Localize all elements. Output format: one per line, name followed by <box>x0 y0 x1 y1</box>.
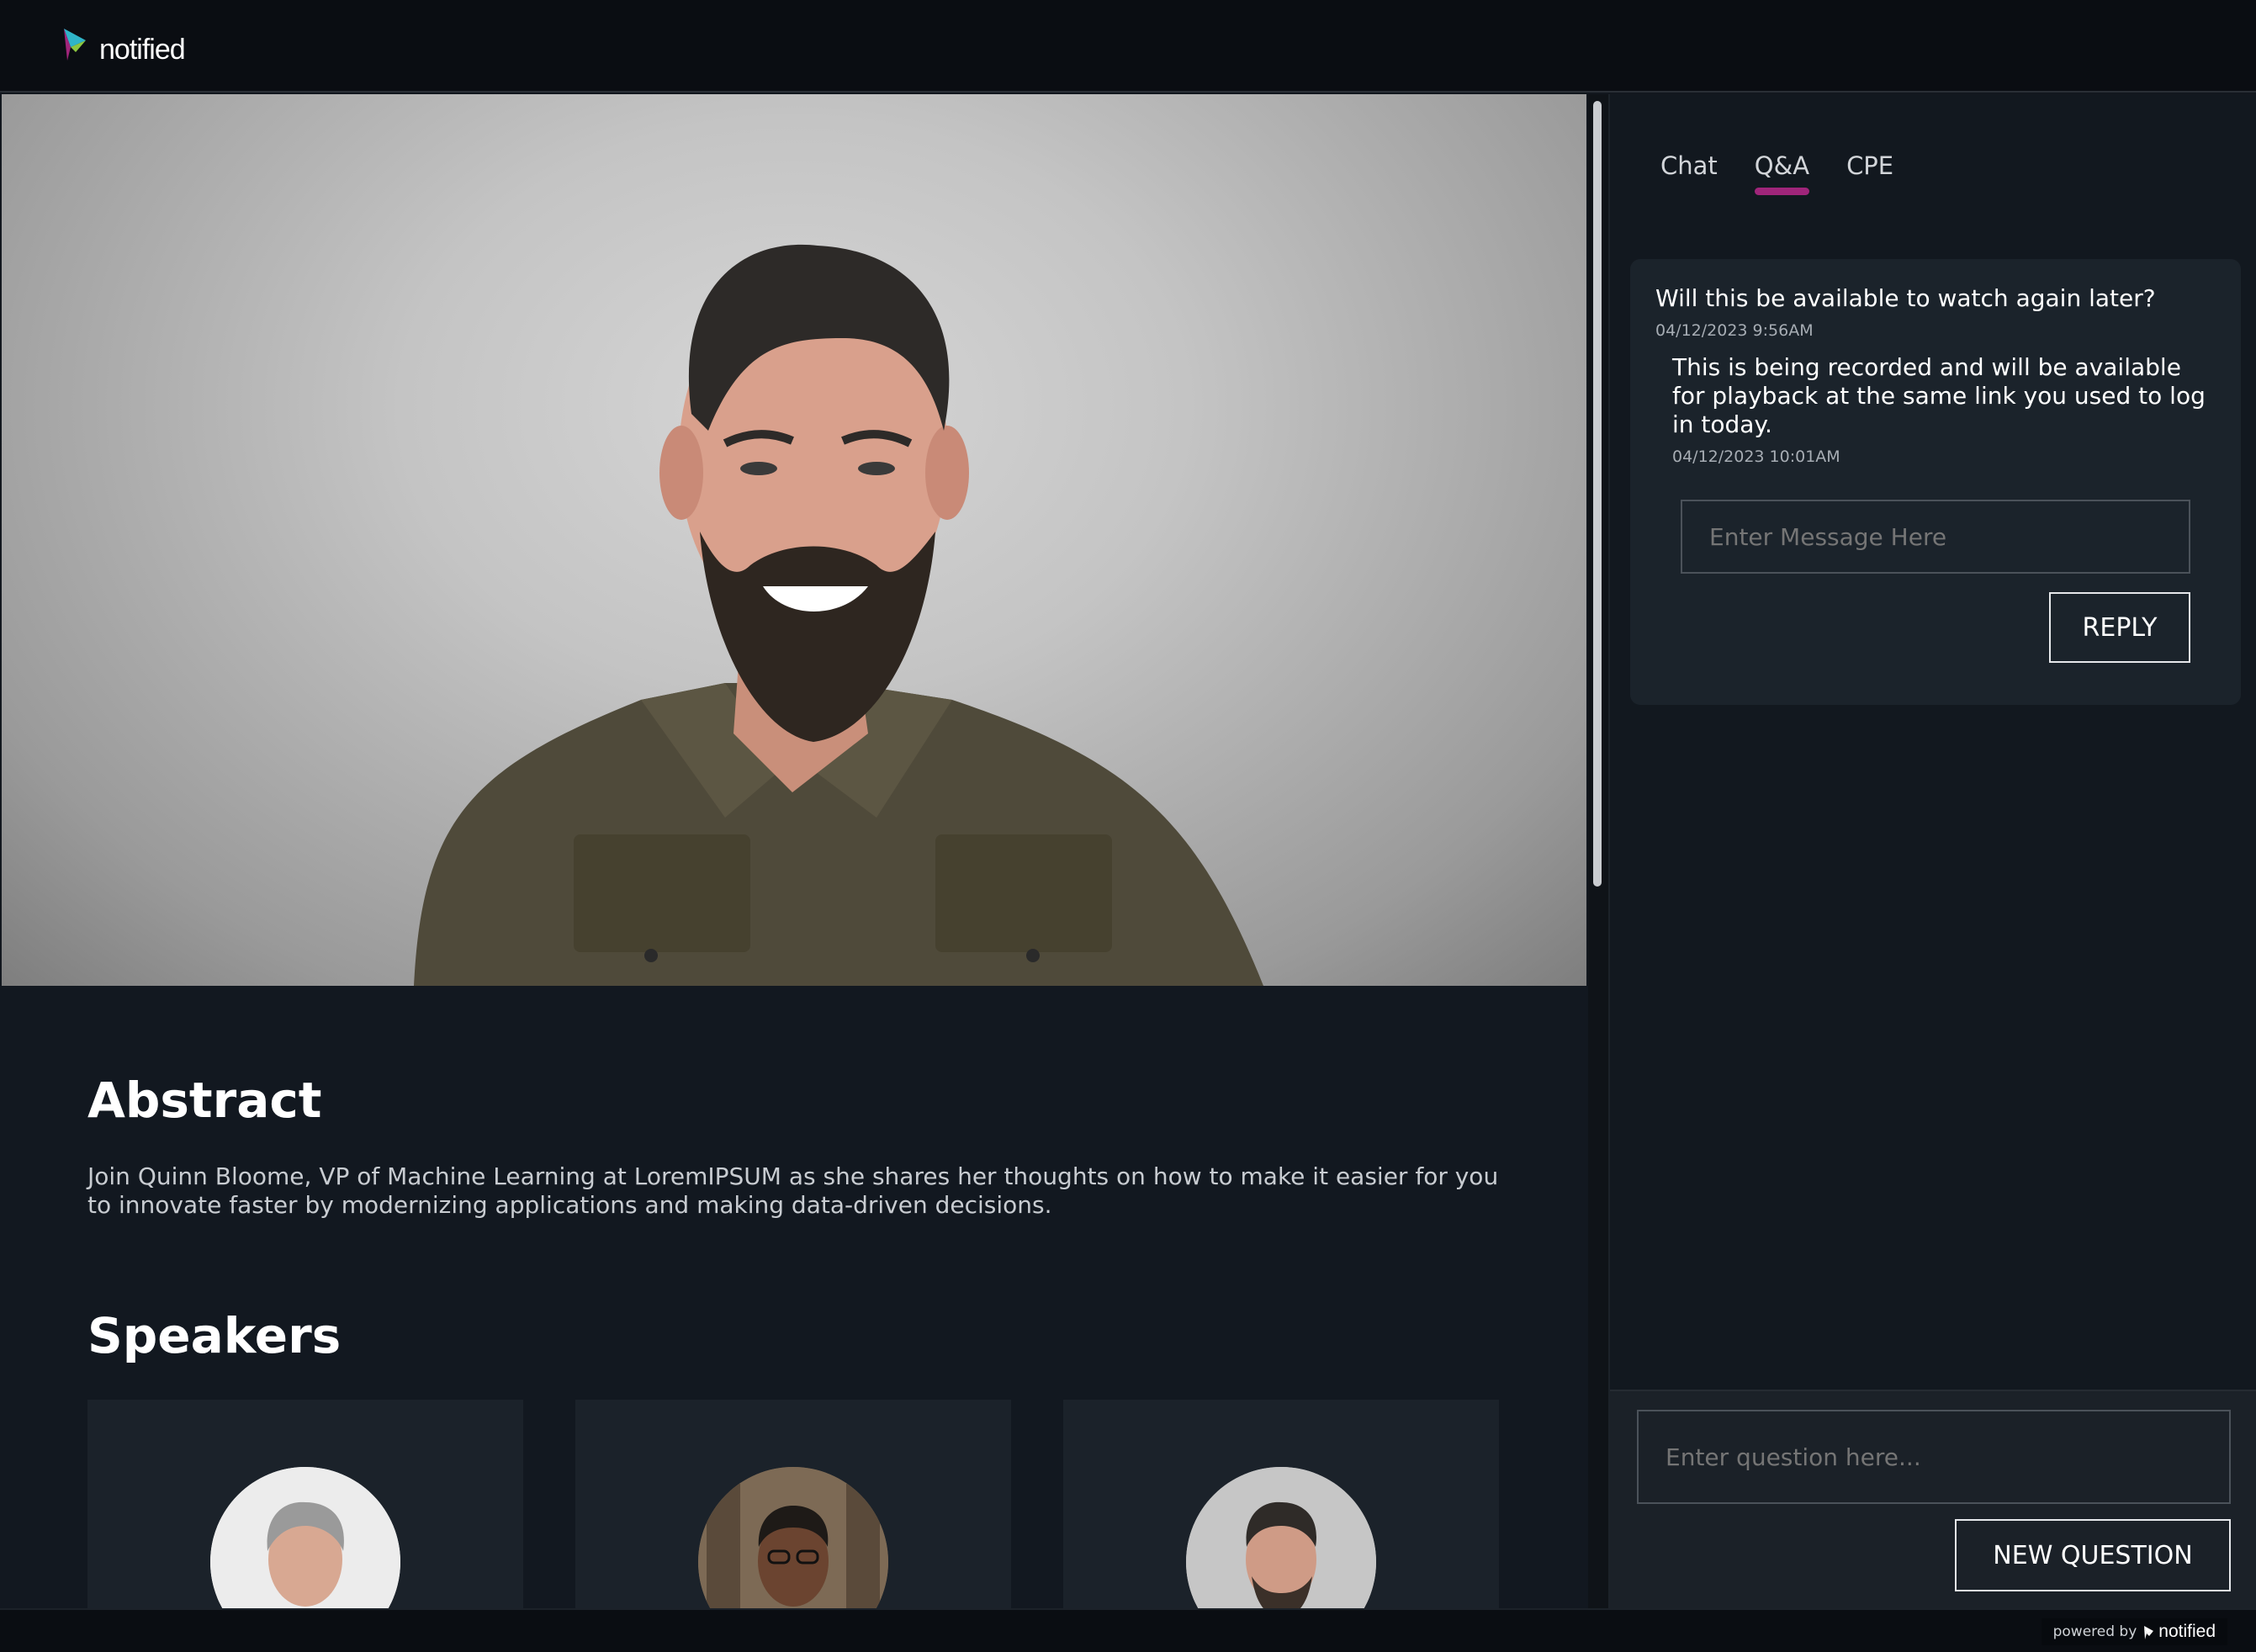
question-text: Will this be available to watch again la… <box>1655 284 2156 312</box>
powered-by-badge[interactable]: powered by notified <box>2041 1618 2227 1645</box>
page-scrollbar[interactable] <box>1588 94 1608 1608</box>
notified-logo[interactable]: notified <box>62 20 186 67</box>
question-timestamp: 04/12/2023 9:56AM <box>1655 321 1814 340</box>
speaker-avatar <box>210 1467 400 1618</box>
abstract-text: Join Quinn Bloome, VP of Machine Learnin… <box>87 1162 1499 1219</box>
speaker-card[interactable] <box>1063 1400 1499 1618</box>
logo-mark-icon <box>64 29 86 61</box>
footer-logo-text: notified <box>2158 1622 2216 1641</box>
footer-logo-mark-icon <box>2144 1626 2154 1639</box>
new-question-panel: NEW QUESTION <box>1610 1390 2256 1608</box>
sidebar-tabs: Chat Q&A CPE <box>1660 151 1893 195</box>
answer-text: This is being recorded and will be avail… <box>1672 353 2206 438</box>
speaker-photo <box>698 1467 888 1618</box>
main-content: Abstract Join Quinn Bloome, VP of Machin… <box>0 986 1588 1618</box>
top-bar: notified <box>0 0 2256 93</box>
abstract-heading: Abstract <box>87 1072 322 1129</box>
speaker-avatar <box>1186 1467 1376 1618</box>
footer: powered by notified <box>0 1608 2256 1652</box>
video-player[interactable] <box>2 94 1586 986</box>
speaker-photo <box>210 1467 400 1618</box>
speaker-video-image <box>414 244 1263 986</box>
tab-chat[interactable]: Chat <box>1660 151 1718 195</box>
answer-timestamp: 04/12/2023 10:01AM <box>1672 447 1840 466</box>
scrollbar-thumb[interactable] <box>1593 101 1602 887</box>
powered-by-label: powered by <box>2052 1623 2137 1640</box>
interaction-sidebar: Chat Q&A CPE Will this be available to w… <box>1608 94 2256 1608</box>
logo-text: notified <box>99 34 186 66</box>
tab-cpe[interactable]: CPE <box>1846 151 1893 195</box>
speaker-avatar <box>698 1467 888 1618</box>
speaker-photo <box>1186 1467 1376 1618</box>
reply-button[interactable]: REPLY <box>2049 592 2190 663</box>
speaker-card[interactable] <box>575 1400 1011 1618</box>
new-question-button[interactable]: NEW QUESTION <box>1955 1519 2231 1591</box>
reply-message-input[interactable] <box>1681 500 2190 574</box>
question-input[interactable] <box>1637 1410 2231 1504</box>
speakers-heading: Speakers <box>87 1307 342 1364</box>
speaker-card[interactable] <box>87 1400 523 1618</box>
footer-logo: notified <box>2143 1622 2216 1642</box>
tab-qa[interactable]: Q&A <box>1754 151 1810 195</box>
qa-thread-card: Will this be available to watch again la… <box>1630 259 2241 705</box>
